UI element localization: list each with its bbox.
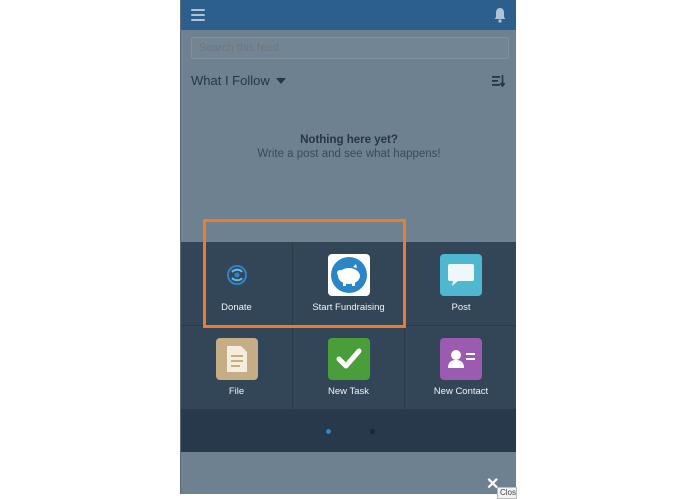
action-donate[interactable]: Donate bbox=[181, 242, 293, 326]
action-file[interactable]: File bbox=[181, 326, 293, 410]
bottom-area bbox=[181, 452, 516, 494]
feed-filter-dropdown[interactable]: What I Follow bbox=[191, 73, 286, 88]
contact-card-icon bbox=[440, 338, 482, 380]
sort-icon[interactable] bbox=[492, 75, 506, 88]
hamburger-icon[interactable] bbox=[191, 9, 205, 21]
action-label: Post bbox=[451, 302, 471, 313]
action-start-fundraising[interactable]: Start Fundraising bbox=[293, 242, 405, 326]
piggy-bank-icon bbox=[327, 254, 370, 296]
action-label: New Contact bbox=[433, 386, 489, 397]
close-button[interactable]: Close bbox=[497, 487, 517, 499]
action-post[interactable]: Post bbox=[405, 242, 516, 326]
empty-state-subtitle: Write a post and see what happens! bbox=[257, 148, 441, 160]
page-dot[interactable] bbox=[370, 429, 375, 434]
publisher-action-panel: Donate Start Fundraising Post File New T… bbox=[181, 242, 516, 452]
page-dot-active[interactable] bbox=[326, 429, 331, 434]
action-label: Start Fundraising bbox=[312, 302, 385, 313]
speech-bubble-icon bbox=[440, 254, 482, 296]
chevron-down-icon bbox=[275, 78, 286, 84]
action-new-contact[interactable]: New Contact bbox=[405, 326, 516, 410]
bell-icon[interactable] bbox=[493, 7, 507, 23]
donate-icon bbox=[216, 254, 258, 296]
top-bar bbox=[181, 0, 516, 30]
action-label: File bbox=[228, 386, 245, 397]
action-new-task[interactable]: New Task bbox=[293, 326, 405, 410]
page-indicator bbox=[181, 410, 516, 452]
feed-filter-label: What I Follow bbox=[191, 73, 270, 88]
checkmark-icon bbox=[327, 338, 370, 380]
search-feed-input[interactable] bbox=[191, 37, 509, 59]
action-label: Donate bbox=[221, 302, 252, 313]
file-icon bbox=[215, 338, 258, 380]
empty-state-title: Nothing here yet? bbox=[300, 134, 398, 146]
action-label: New Task bbox=[327, 386, 369, 397]
mobile-app-frame: What I Follow Nothing here yet? Write a … bbox=[180, 0, 516, 494]
